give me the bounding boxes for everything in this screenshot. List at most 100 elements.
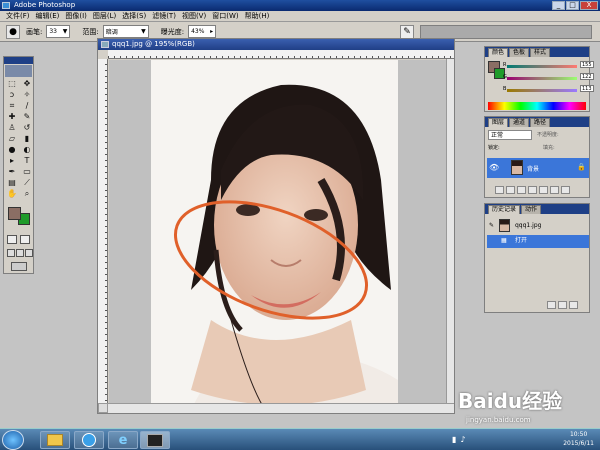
new-layer-icon[interactable] — [550, 186, 559, 194]
channel-r-value[interactable]: 155 — [580, 61, 594, 68]
tab-color[interactable]: 颜色 — [488, 48, 509, 57]
vertical-ruler[interactable] — [98, 59, 108, 403]
eyedropper-icon[interactable]: ⟋ — [20, 178, 34, 188]
canvas-area[interactable] — [109, 60, 454, 411]
link-layers-icon[interactable] — [495, 186, 504, 194]
crop-icon[interactable]: ⌗ — [5, 101, 19, 111]
app-taskbar-button[interactable] — [74, 431, 104, 449]
channel-r-slider[interactable] — [507, 65, 577, 68]
new-group-icon[interactable] — [539, 186, 548, 194]
airbrush-toggle-icon[interactable]: ✎ — [400, 25, 414, 39]
tab-styles[interactable]: 样式 — [530, 48, 551, 57]
new-snapshot-icon[interactable] — [558, 301, 567, 309]
path-icon[interactable]: ▸ — [5, 156, 19, 166]
stamp-icon[interactable]: ♙ — [5, 123, 19, 133]
type-icon[interactable]: T — [20, 156, 34, 166]
menu-filter[interactable]: 滤镜(T) — [149, 11, 179, 21]
screen-mode-standard-icon[interactable] — [7, 249, 15, 257]
explorer-taskbar-button[interactable] — [40, 431, 70, 449]
zoom-icon[interactable]: ⌕ — [20, 189, 34, 199]
menu-view[interactable]: 视图(V) — [179, 11, 209, 21]
palette-well[interactable] — [420, 25, 592, 39]
tab-history[interactable]: 历史记录 — [488, 205, 521, 214]
color-spectrum[interactable] — [488, 102, 586, 110]
maximize-button[interactable]: □ — [566, 1, 579, 10]
start-button[interactable] — [2, 430, 24, 450]
slice-icon[interactable]: ∕ — [20, 101, 34, 111]
layer-thumbnail — [511, 160, 523, 175]
exposure-field[interactable]: 43% ▸ — [188, 25, 217, 38]
layer-style-icon[interactable] — [506, 186, 515, 194]
vertical-scrollbar[interactable] — [446, 59, 454, 403]
menu-image[interactable]: 图像(I) — [62, 11, 90, 21]
magic-wand-icon[interactable]: ✧ — [20, 90, 34, 100]
photoshop-logo-icon — [2, 2, 10, 9]
hand-icon[interactable]: ✋ — [5, 189, 19, 199]
channel-g-value[interactable]: 122 — [580, 73, 594, 80]
menu-file[interactable]: 文件(F) — [3, 11, 33, 21]
menu-edit[interactable]: 编辑(E) — [33, 11, 63, 21]
standard-mode-icon[interactable] — [7, 235, 17, 244]
ie-taskbar-button[interactable]: e — [108, 431, 138, 449]
history-brush-icon[interactable]: ↺ — [20, 123, 34, 133]
dodge-tool-preset-icon[interactable]: ● — [6, 24, 20, 39]
lasso-icon[interactable]: ↄ — [5, 90, 19, 100]
zoom-field[interactable] — [98, 403, 108, 413]
gradient-icon[interactable]: ▮ — [20, 134, 34, 144]
range-value: 暗调 — [105, 29, 118, 36]
document-title-bar[interactable]: qqq1.jpg @ 195%(RGB) — [98, 39, 454, 50]
tab-channels[interactable]: 通道 — [509, 118, 530, 127]
brush-icon[interactable]: ✎ — [20, 112, 34, 122]
eraser-icon[interactable]: ▱ — [5, 134, 19, 144]
eye-icon[interactable]: 👁 — [489, 163, 499, 172]
network-icon[interactable]: ▮ — [452, 435, 456, 444]
screen-mode-full-icon[interactable] — [25, 249, 33, 257]
new-document-from-state-icon[interactable] — [547, 301, 556, 309]
history-snapshot[interactable]: ✎ qqq1.jpg — [487, 219, 589, 233]
photo-canvas[interactable] — [151, 60, 398, 411]
screen-mode-full-menu-icon[interactable] — [16, 249, 24, 257]
folder-icon — [47, 434, 63, 446]
trash-icon[interactable] — [561, 186, 570, 194]
minimize-button[interactable]: _ — [552, 1, 565, 10]
marquee-icon[interactable]: ⬚ — [5, 79, 19, 89]
healing-icon[interactable]: ✚ — [5, 112, 19, 122]
new-adjustment-icon[interactable] — [528, 186, 537, 194]
tab-actions[interactable]: 动作 — [521, 205, 542, 214]
menu-window[interactable]: 窗口(W) — [209, 11, 241, 21]
menu-help[interactable]: 帮助(H) — [242, 11, 273, 21]
tab-layers[interactable]: 图层 — [488, 118, 509, 127]
notes-icon[interactable]: ▤ — [5, 178, 19, 188]
tab-paths[interactable]: 路径 — [530, 118, 551, 127]
blend-mode-select[interactable]: 正常 — [488, 130, 532, 140]
foreground-color-swatch[interactable] — [8, 207, 21, 220]
dodge-icon[interactable]: ● — [5, 145, 19, 155]
menu-layer[interactable]: 图层(L) — [90, 11, 119, 21]
photoshop-taskbar-button[interactable] — [140, 431, 170, 449]
horizontal-scrollbar[interactable] — [108, 403, 454, 413]
jump-to-imageready-icon[interactable] — [11, 262, 27, 271]
channel-b-slider[interactable] — [507, 89, 577, 92]
shape-icon[interactable]: ▭ — [20, 167, 34, 177]
toolbox-header[interactable] — [4, 57, 33, 64]
horizontal-ruler[interactable] — [108, 50, 454, 59]
channel-g-slider[interactable] — [507, 77, 577, 80]
pen-icon[interactable]: ✒ — [5, 167, 19, 177]
layer-row[interactable]: 👁 背景 🔒 — [487, 158, 589, 178]
history-item[interactable]: ▦ 打开 — [487, 235, 589, 248]
burn-icon[interactable]: ◐ — [20, 145, 34, 155]
brush-picker[interactable]: 33 ▼ — [46, 25, 71, 38]
move-icon[interactable]: ✥ — [20, 79, 34, 89]
system-clock[interactable]: 10:50 2015/6/11 — [563, 430, 594, 448]
trash-icon[interactable] — [569, 301, 578, 309]
close-button[interactable]: X — [580, 1, 598, 10]
volume-icon[interactable]: ♪ — [460, 435, 465, 444]
range-select[interactable]: 暗调 ▼ — [102, 25, 149, 38]
channel-b-value[interactable]: 113 — [580, 85, 594, 92]
adobe-logo-icon[interactable] — [5, 65, 32, 77]
tab-swatches[interactable]: 色板 — [509, 48, 530, 57]
menu-select[interactable]: 选择(S) — [119, 11, 149, 21]
quick-mask-icon[interactable] — [20, 235, 30, 244]
layer-mask-icon[interactable] — [517, 186, 526, 194]
history-brush-source-icon[interactable]: ✎ — [489, 220, 494, 232]
